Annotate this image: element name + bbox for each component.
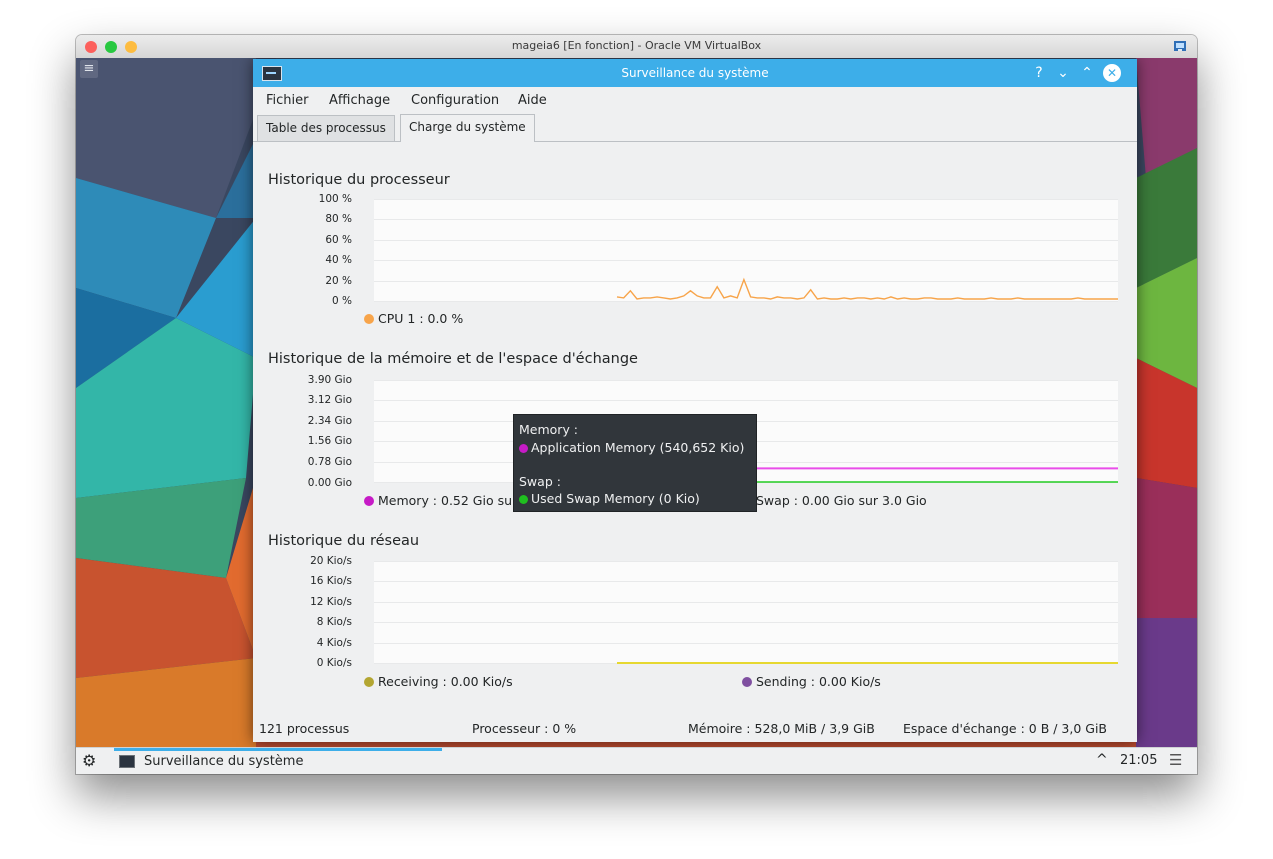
host-titlebar: mageia6 [En fonction] - Oracle VM Virtua… xyxy=(76,35,1197,59)
cpu-tick-60: 60 % xyxy=(325,234,352,246)
memory-legend-swatch xyxy=(364,496,374,506)
memory-legend-label: Memory : 0.52 Gio sur xyxy=(378,493,518,508)
cpu-tick-80: 80 % xyxy=(325,213,352,225)
tab-system-load[interactable]: Charge du système xyxy=(400,114,535,142)
tooltip-swap-label: Used Swap Memory (0 Kio) xyxy=(531,491,700,506)
network-tick-16: 16 Kio/s xyxy=(310,575,352,587)
tooltip-swap-swatch xyxy=(519,495,528,504)
tooltip-memory-swatch xyxy=(519,444,528,453)
memory-tick-1: 3.12 Gio xyxy=(307,394,352,406)
tooltip-memory-header: Memory : xyxy=(519,422,579,437)
cpu-tick-20: 20 % xyxy=(325,275,352,287)
menu-aide[interactable]: Aide xyxy=(518,93,547,108)
cpu-tick-40: 40 % xyxy=(325,254,352,266)
memory-tooltip: Memory : Application Memory (540,652 Kio… xyxy=(513,414,757,512)
window-title: Surveillance du système xyxy=(621,66,769,80)
sending-legend: Sending : 0.00 Kio/s xyxy=(742,674,881,689)
network-tick-4: 4 Kio/s xyxy=(316,637,352,649)
minimize-button[interactable]: ⌄ xyxy=(1053,63,1073,83)
network-history-title: Historique du réseau xyxy=(268,533,420,549)
swap-legend: Swap : 0.00 Gio sur 3.0 Gio xyxy=(742,493,927,508)
memory-history-title: Historique de la mémoire et de l'espace … xyxy=(268,351,638,367)
maximize-button[interactable]: ⌃ xyxy=(1077,63,1097,83)
task-system-monitor[interactable]: Surveillance du système xyxy=(144,754,303,769)
tab-process-table[interactable]: Table des processus xyxy=(257,115,395,141)
virtualbox-icon xyxy=(1174,41,1186,51)
window-titlebar[interactable]: Surveillance du système ? ⌄ ⌃ ✕ xyxy=(253,59,1137,87)
desktop: ≡ Surveillance du système ? ⌄ ⌃ ✕ Fichie… xyxy=(76,58,1197,747)
close-button[interactable]: ✕ xyxy=(1103,64,1121,82)
cpu-history-plot xyxy=(374,199,1118,302)
cpu-history-title: Historique du processeur xyxy=(268,172,450,188)
cpu1-series-line xyxy=(616,277,1118,300)
menu-configuration[interactable]: Configuration xyxy=(411,93,499,108)
network-tick-12: 12 Kio/s xyxy=(310,596,352,608)
cpu-legend: CPU 1 : 0.0 % xyxy=(364,311,463,326)
memory-tick-4: 0.78 Gio xyxy=(307,456,352,468)
tab-bar: Table des processus Charge du système xyxy=(253,112,1137,142)
menu-bar: Fichier Affichage Configuration Aide xyxy=(253,87,1137,112)
status-swap: Espace d'échange : 0 B / 3,0 GiB xyxy=(903,721,1108,736)
receiving-legend: Receiving : 0.00 Kio/s xyxy=(364,674,513,689)
status-cpu: Processeur : 0 % xyxy=(472,721,577,736)
cpu-legend-swatch xyxy=(364,314,374,324)
memory-tick-5: 0.00 Gio xyxy=(307,477,352,489)
network-tick-0: 0 Kio/s xyxy=(316,657,352,669)
application-launcher-icon[interactable]: ⚙ xyxy=(82,751,96,770)
tooltip-memory-item: Application Memory (540,652 Kio) xyxy=(519,440,744,455)
menu-affichage[interactable]: Affichage xyxy=(329,93,390,108)
taskbar: ⚙ Surveillance du système ^ 21:05 ☰ xyxy=(76,747,1197,774)
tooltip-swap-item: Used Swap Memory (0 Kio) xyxy=(519,491,700,506)
help-button[interactable]: ? xyxy=(1029,63,1049,83)
status-process-count: 121 processus xyxy=(259,721,350,736)
memory-tick-2: 2.34 Gio xyxy=(307,415,352,427)
task-system-monitor-icon[interactable] xyxy=(119,755,135,768)
virtualbox-window: mageia6 [En fonction] - Oracle VM Virtua… xyxy=(76,35,1197,774)
cpu-tick-100: 100 % xyxy=(318,193,352,205)
cpu-tick-0: 0 % xyxy=(332,295,352,307)
sending-legend-swatch xyxy=(742,677,752,687)
swap-legend-label: Swap : 0.00 Gio sur 3.0 Gio xyxy=(756,493,927,508)
network-history-plot xyxy=(374,561,1118,664)
menu-fichier[interactable]: Fichier xyxy=(266,93,309,108)
memory-tick-3: 1.56 Gio xyxy=(307,435,352,447)
sending-legend-label: Sending : 0.00 Kio/s xyxy=(756,674,881,689)
task-progress-indicator xyxy=(114,748,442,751)
status-memory: Mémoire : 528,0 MiB / 3,9 GiB xyxy=(688,721,875,736)
host-window-title: mageia6 [En fonction] - Oracle VM Virtua… xyxy=(511,39,762,52)
clock[interactable]: 21:05 xyxy=(1120,753,1157,768)
status-bar: 121 processus Processeur : 0 % Mémoire :… xyxy=(253,714,1137,742)
receiving-legend-swatch xyxy=(364,677,374,687)
tray-expand-icon[interactable]: ^ xyxy=(1096,752,1108,768)
cpu-legend-label: CPU 1 : 0.0 % xyxy=(378,311,464,326)
tooltip-memory-label: Application Memory (540,652 Kio) xyxy=(531,440,745,455)
memory-tick-0: 3.90 Gio xyxy=(307,374,352,386)
network-tick-20: 20 Kio/s xyxy=(310,555,352,567)
panel-menu-icon[interactable]: ☰ xyxy=(1169,751,1182,769)
network-tick-8: 8 Kio/s xyxy=(316,616,352,628)
desktop-hamburger-icon[interactable]: ≡ xyxy=(80,60,98,78)
tooltip-swap-header: Swap : xyxy=(519,474,561,489)
memory-legend: Memory : 0.52 Gio sur xyxy=(364,493,517,508)
receiving-legend-label: Receiving : 0.00 Kio/s xyxy=(378,674,513,689)
system-monitor-window: Surveillance du système ? ⌄ ⌃ ✕ Fichier … xyxy=(253,59,1137,742)
